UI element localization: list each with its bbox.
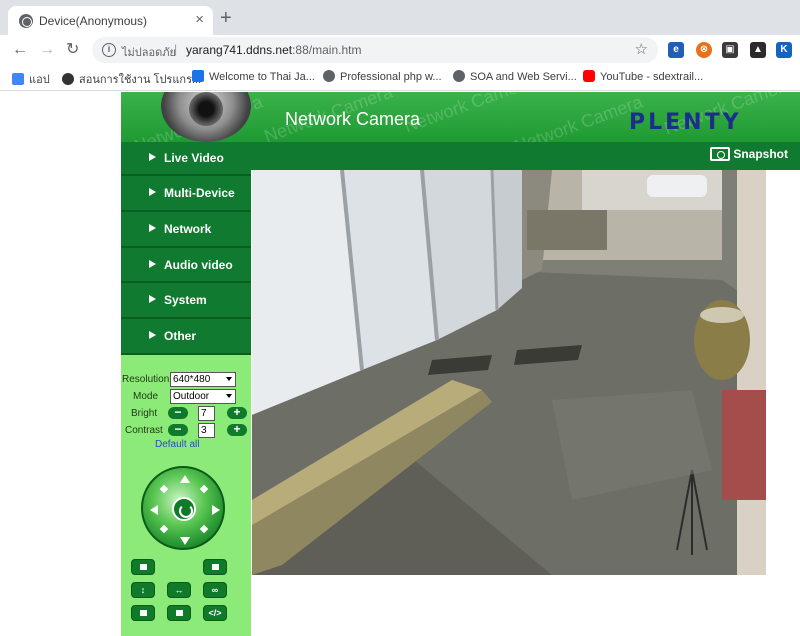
mode-select[interactable]: Outdoor xyxy=(170,389,236,404)
bright-plus-button[interactable]: + xyxy=(227,406,247,419)
play-arrow-icon xyxy=(149,295,156,303)
cat-icon[interactable]: ▲ xyxy=(750,42,766,58)
camera-banner: Network Camera Network Camera Network Ca… xyxy=(121,92,800,142)
menu-audio-video[interactable]: Audio video xyxy=(121,248,251,283)
browser-tab[interactable]: Device(Anonymous) × xyxy=(8,6,213,35)
bookmarks-bar: แอป สอนการใช้งาน โปรแกร... Welcome to Th… xyxy=(0,65,800,91)
mode-label: Mode xyxy=(133,391,159,402)
snapshot-button[interactable]: Snapshot xyxy=(710,147,788,161)
reload-icon[interactable]: ↻ xyxy=(66,40,79,60)
divider: | xyxy=(174,42,178,56)
camera-lens-icon xyxy=(189,92,223,126)
video-frame xyxy=(252,170,766,575)
contrast-minus-button[interactable]: − xyxy=(168,423,188,436)
menu-network[interactable]: Network xyxy=(121,212,251,248)
snapshot-bar: Snapshot xyxy=(251,142,800,170)
contrast-row: Contrast − 3 + xyxy=(121,423,251,439)
cruise-button[interactable]: ∞ xyxy=(203,582,227,598)
globe-icon xyxy=(323,70,335,82)
stop-button[interactable] xyxy=(131,605,155,621)
play-arrow-icon xyxy=(149,188,156,196)
bookmark-apps[interactable]: แอป xyxy=(12,70,50,88)
hm-logo-icon xyxy=(192,70,204,82)
pan-up-left-icon[interactable] xyxy=(159,484,169,494)
address-bar[interactable]: i ไม่ปลอดภัย | yarang741.ddns.net:88/mai… xyxy=(92,37,658,63)
security-status: ไม่ปลอดภัย xyxy=(122,47,176,59)
edge-icon[interactable]: e xyxy=(668,42,684,58)
resolution-label: Resolution xyxy=(122,374,170,385)
back-arrow-icon[interactable]: ← xyxy=(12,40,28,60)
k-icon[interactable]: K xyxy=(776,42,792,58)
info-icon[interactable]: i xyxy=(102,43,116,57)
io-button[interactable]: </> xyxy=(203,605,227,621)
camera-sidebar: Live Video Multi-Device Network Audio vi… xyxy=(121,142,251,636)
bright-row: Bright − 7 + xyxy=(121,406,251,422)
pan-down-left-icon[interactable] xyxy=(159,524,169,534)
bookmark-item[interactable]: SOA and Web Servi... xyxy=(453,70,577,83)
chevron-down-icon xyxy=(226,377,232,381)
menu-system[interactable]: System xyxy=(121,283,251,319)
forward-arrow-icon[interactable]: → xyxy=(39,40,55,60)
contrast-label: Contrast xyxy=(125,425,163,436)
menu-other[interactable]: Other xyxy=(121,319,251,355)
camera-icon xyxy=(710,147,731,161)
bookmark-item[interactable]: Welcome to Thai Ja... xyxy=(192,70,315,83)
play-arrow-icon xyxy=(149,153,156,161)
ptz-center-icon[interactable] xyxy=(172,497,196,521)
bookmark-item[interactable]: สอนการใช้งาน โปรแกร... xyxy=(62,70,201,88)
browser-toolbar: ← → ↻ i ไม่ปลอดภัย | yarang741.ddns.net:… xyxy=(0,35,800,65)
brand-logo: PLENTY xyxy=(629,110,742,135)
watermark: Network Camera xyxy=(401,92,536,137)
pan-right-icon[interactable] xyxy=(212,505,220,515)
new-tab-button[interactable]: + xyxy=(220,8,232,28)
apps-grid-icon xyxy=(12,73,24,85)
camera-page: Network Camera Network Camera Network Ca… xyxy=(0,92,800,636)
globe-icon xyxy=(453,70,465,82)
bookmark-item[interactable]: Professional php w... xyxy=(323,70,442,83)
contrast-plus-button[interactable]: + xyxy=(227,423,247,436)
mode-row: Mode Outdoor xyxy=(121,389,251,405)
bright-label: Bright xyxy=(131,408,158,419)
preset-button[interactable] xyxy=(203,559,227,575)
pan-up-right-icon[interactable] xyxy=(199,484,209,494)
youtube-icon xyxy=(583,70,595,82)
pan-up-icon[interactable] xyxy=(180,475,190,483)
play-arrow-icon xyxy=(149,224,156,232)
play-arrow-icon xyxy=(149,331,156,339)
globe-icon xyxy=(19,14,33,28)
url-text[interactable]: yarang741.ddns.net:88/main.htm xyxy=(186,43,361,57)
play-arrow-icon xyxy=(149,260,156,268)
resolution-select[interactable]: 640*480 xyxy=(170,372,236,387)
vertical-flip-button[interactable]: ↕ xyxy=(131,582,155,598)
menu-live-video[interactable]: Live Video xyxy=(121,142,251,176)
bookmark-item[interactable]: YouTube - sdextrail... xyxy=(583,70,703,83)
bright-minus-button[interactable]: − xyxy=(168,406,188,419)
horizontal-flip-button[interactable]: ↔ xyxy=(167,582,191,598)
default-all-link[interactable]: Default all xyxy=(155,439,199,450)
resolution-row: Resolution 640*480 xyxy=(121,372,251,388)
avatar-icon xyxy=(62,73,74,85)
bright-value[interactable]: 7 xyxy=(198,406,215,421)
orange-icon[interactable]: ⊗ xyxy=(696,42,712,58)
menu-multi-device[interactable]: Multi-Device xyxy=(121,176,251,212)
watermark: Network Camera xyxy=(511,92,646,142)
pan-down-right-icon[interactable] xyxy=(199,524,209,534)
pan-down-icon[interactable] xyxy=(180,537,190,545)
pan-left-icon[interactable] xyxy=(150,505,158,515)
close-tab-icon[interactable]: × xyxy=(195,12,204,28)
chevron-down-icon xyxy=(226,394,232,398)
tab-title: Device(Anonymous) xyxy=(39,14,148,28)
bookmark-star-icon[interactable]: ☆ xyxy=(635,40,648,58)
contrast-value[interactable]: 3 xyxy=(198,423,215,438)
dark-ext-icon[interactable]: ▣ xyxy=(722,42,738,58)
live-video-feed[interactable] xyxy=(252,170,766,575)
ptz-control xyxy=(141,466,225,550)
tab-strip: Device(Anonymous) × + xyxy=(0,0,800,35)
stop-button[interactable] xyxy=(167,605,191,621)
preset-button[interactable] xyxy=(131,559,155,575)
banner-title: Network Camera xyxy=(285,109,421,129)
